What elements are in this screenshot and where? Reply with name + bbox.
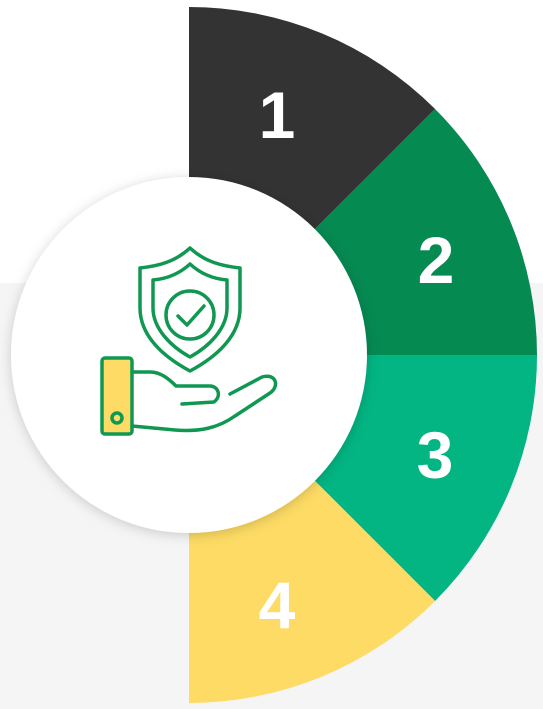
segment-1-label: 1 — [259, 78, 296, 152]
segment-3-label: 3 — [417, 418, 454, 492]
segment-4-label: 4 — [259, 568, 296, 642]
segment-2-label: 2 — [418, 223, 455, 297]
segmented-semicircle-diagram: 1 2 3 4 — [11, 7, 537, 703]
